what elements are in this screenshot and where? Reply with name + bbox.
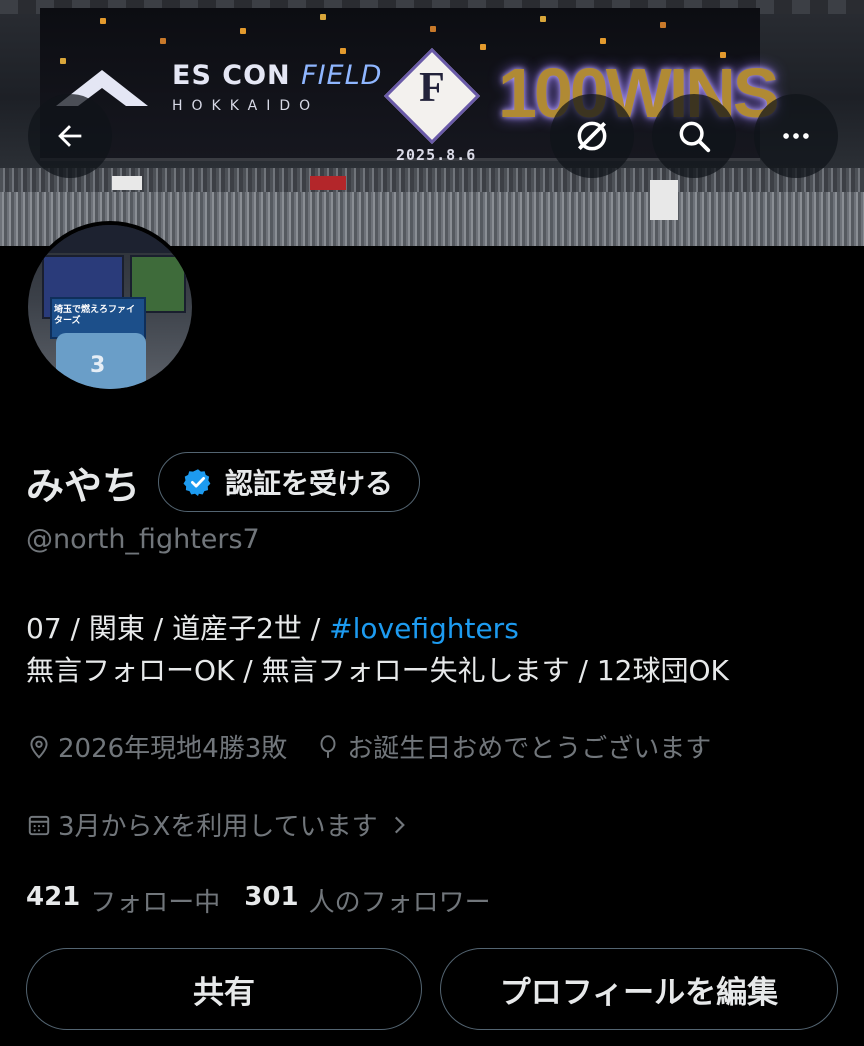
- search-button[interactable]: [652, 94, 736, 178]
- user-handle: @north_fighters7: [26, 524, 260, 555]
- avatar[interactable]: 埼玉で燃えろファイターズ 3: [24, 221, 196, 393]
- name-row: みやち 認証を受ける: [26, 452, 421, 512]
- verified-badge-icon: [183, 469, 211, 496]
- followers-link[interactable]: 301 人のフォロワー: [244, 882, 490, 919]
- edit-profile-button[interactable]: プロフィールを編集: [440, 948, 838, 1030]
- ad-board: [650, 180, 678, 220]
- get-verified-label: 認証を受ける: [225, 467, 394, 500]
- chevron-right-icon: [394, 816, 405, 833]
- birthday: お誕生日おめでとうございます: [315, 728, 711, 765]
- balloon-icon: [320, 734, 336, 758]
- profile-banner[interactable]: ES CON FIELD HOKKAIDO F 2025.8.6 100WINS: [0, 0, 864, 246]
- bio-line-2: 無言フォローOK / 無言フォロー失礼します / 12球団OK: [26, 654, 729, 687]
- grok-button[interactable]: [550, 94, 634, 178]
- more-horizontal-icon: [783, 133, 809, 139]
- avatar-shirt-number: 3: [90, 353, 106, 378]
- joined-date[interactable]: 3月からXを利用しています: [26, 806, 418, 843]
- banner-date: 2025.8.6: [396, 146, 477, 164]
- fighters-letter: F: [419, 65, 445, 111]
- ad-board: [310, 176, 346, 190]
- slash-circle-icon: [577, 121, 607, 151]
- bio-line-1: 07 / 関東 / 道産子2世 / #lovefighters: [26, 612, 519, 645]
- hashtag-link[interactable]: #lovefighters: [329, 612, 519, 645]
- location: 2026年現地4勝3敗: [26, 728, 287, 765]
- ad-board: [112, 176, 142, 190]
- back-button[interactable]: [28, 94, 112, 178]
- avatar-photo: 埼玉で燃えろファイターズ 3: [28, 225, 192, 389]
- location-pin-icon: [30, 735, 48, 759]
- avatar-flag-text: 埼玉で燃えろファイターズ: [54, 305, 136, 326]
- follow-stats: 421 フォロー中 301 人のフォロワー: [26, 882, 491, 919]
- following-link[interactable]: 421 フォロー中: [26, 882, 220, 919]
- profile-meta: 2026年現地4勝3敗 お誕生日おめでとうございます: [26, 728, 711, 765]
- share-button[interactable]: 共有: [26, 948, 422, 1030]
- arrow-left-icon: [58, 125, 82, 147]
- following-label: フォロー中: [90, 888, 221, 918]
- bio: 07 / 関東 / 道産子2世 / #lovefighters 無言フォローOK…: [26, 608, 729, 692]
- following-count: 421: [26, 882, 81, 912]
- get-verified-button[interactable]: 認証を受ける: [158, 452, 421, 512]
- followers-label: 人のフォロワー: [308, 888, 491, 918]
- banner-headline: 100WINS: [498, 54, 780, 132]
- followers-count: 301: [244, 882, 299, 912]
- more-button[interactable]: [754, 94, 838, 178]
- search-icon: [679, 121, 711, 153]
- banner-venue-name: ES CON FIELD: [172, 60, 383, 91]
- calendar-icon: [28, 815, 50, 835]
- display-name: みやち: [26, 463, 141, 508]
- banner-venue-city: HOKKAIDO: [172, 98, 320, 114]
